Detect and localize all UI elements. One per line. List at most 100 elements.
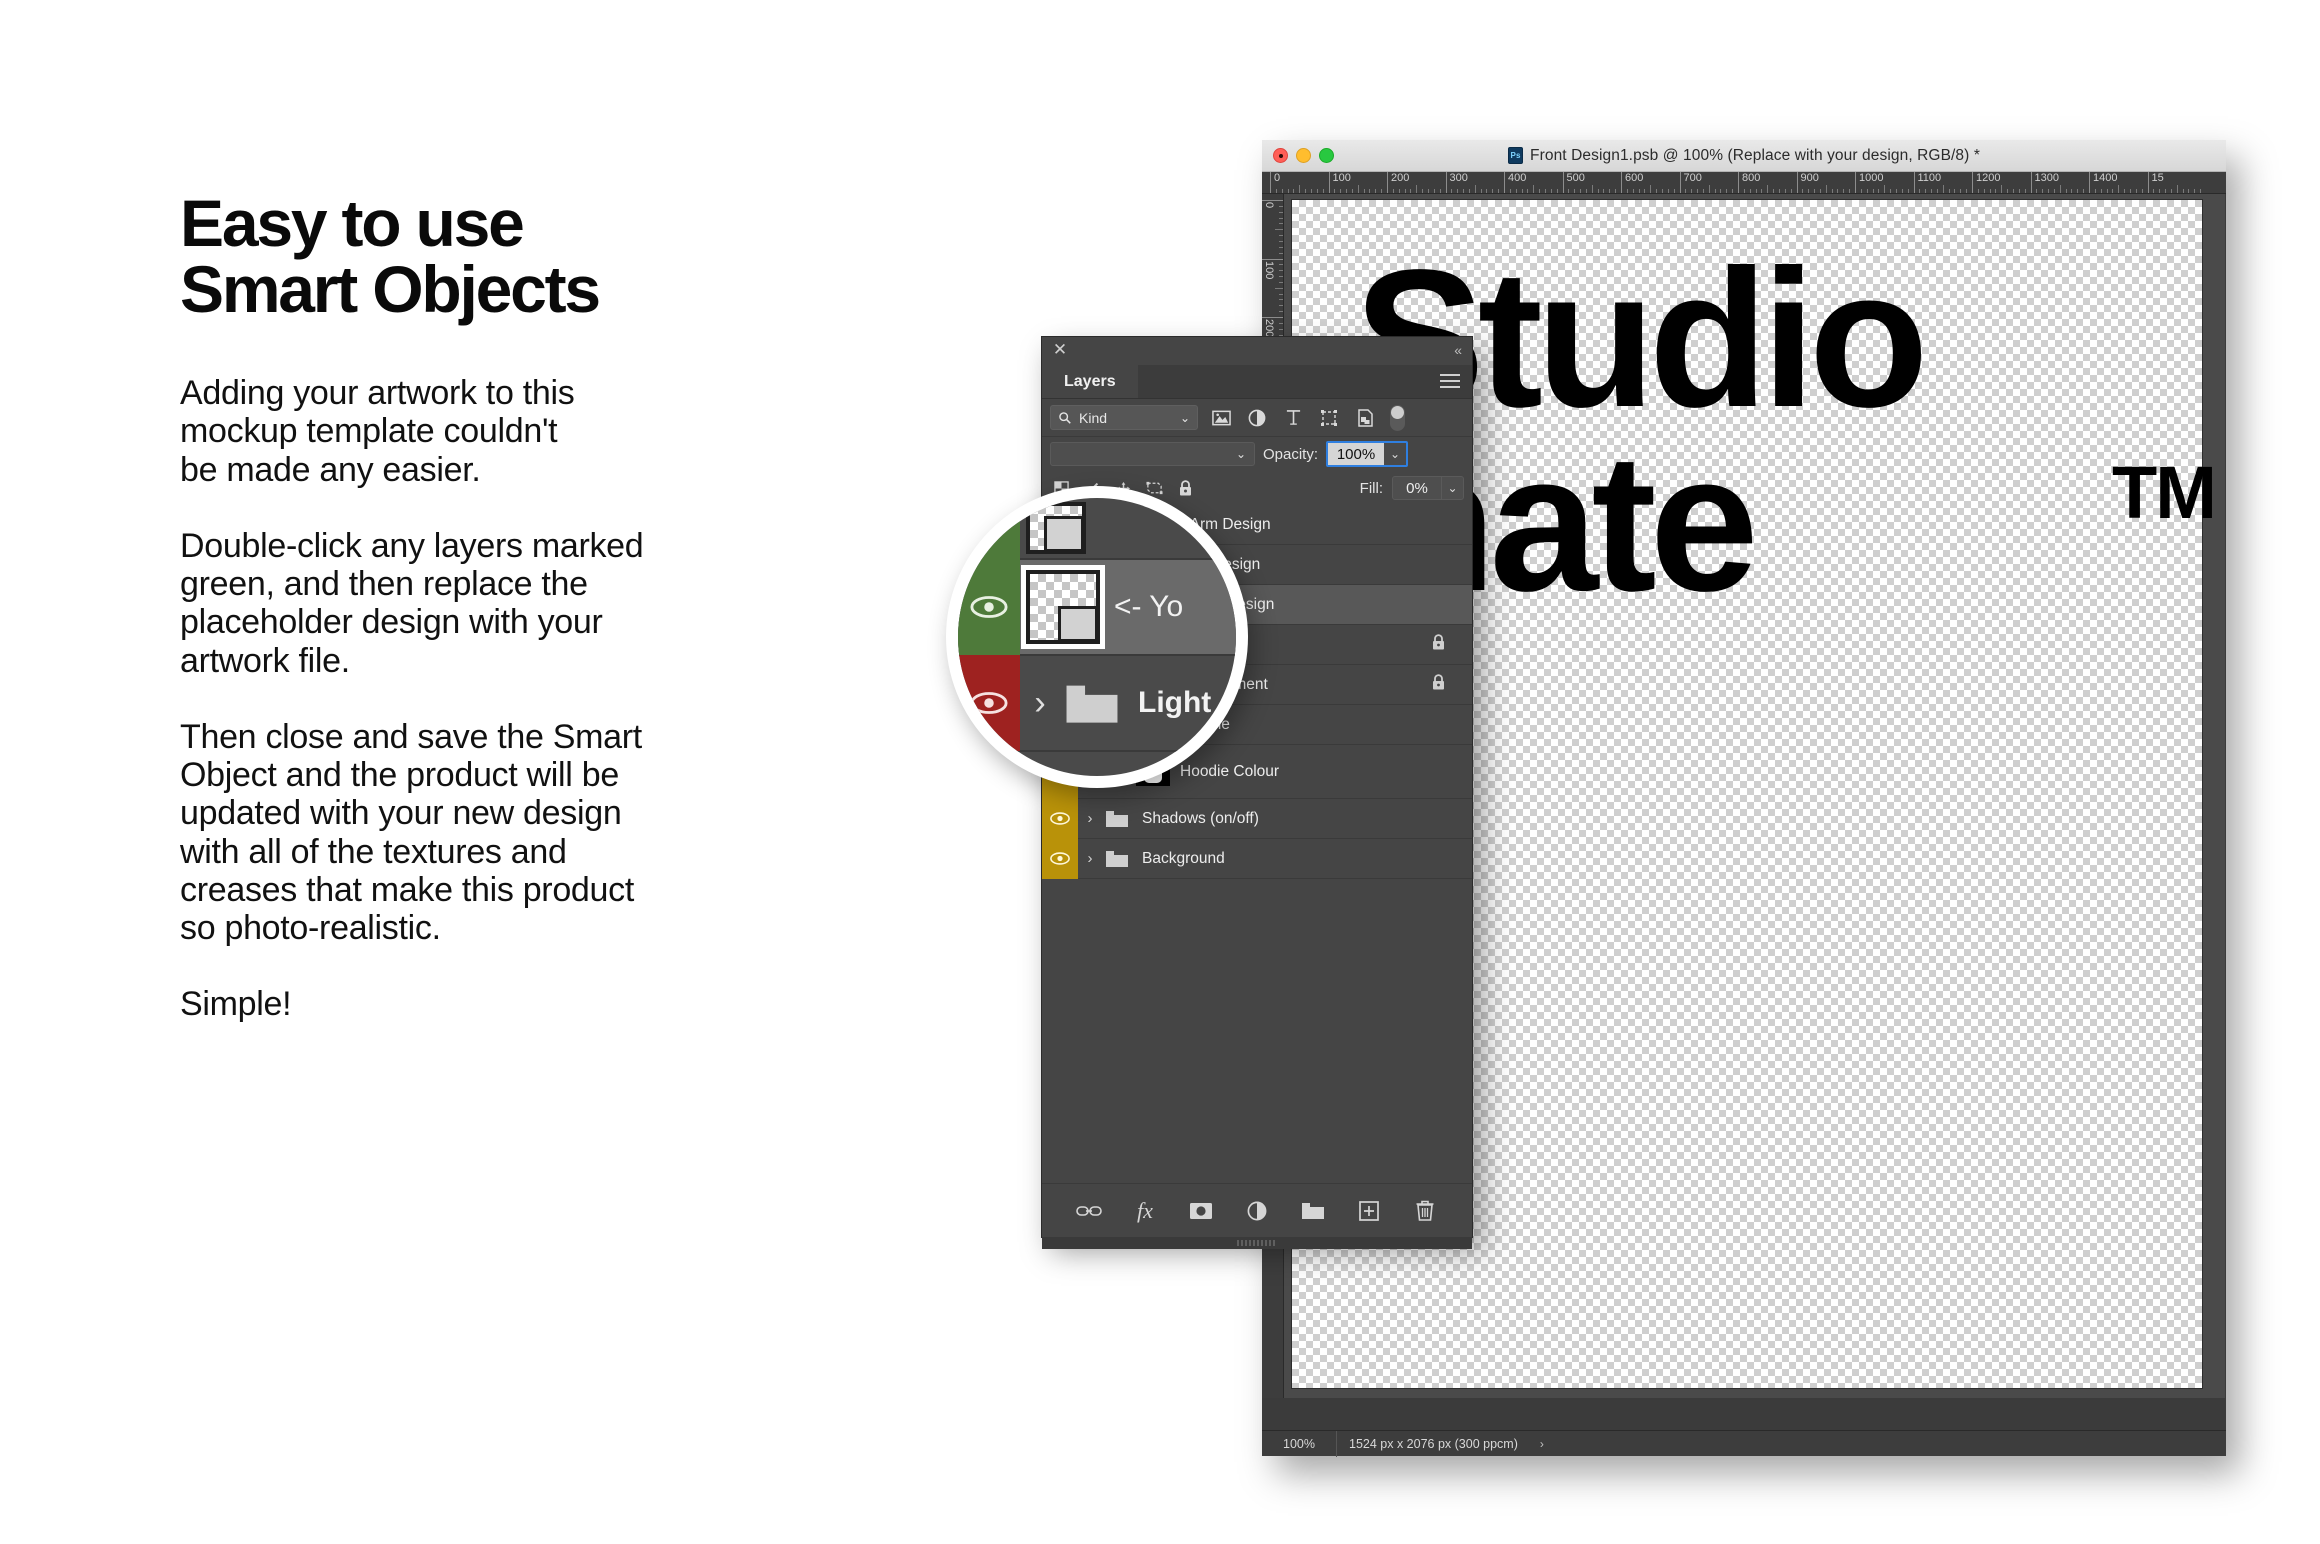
new-layer-icon[interactable] bbox=[1355, 1197, 1383, 1225]
ruler-minor-tick bbox=[1908, 189, 1909, 193]
layer-visibility-toggle[interactable] bbox=[958, 497, 1020, 559]
smart-object-thumbnail[interactable] bbox=[1026, 502, 1086, 554]
adjustment-filter-icon[interactable] bbox=[1244, 406, 1270, 430]
ruler-minor-tick bbox=[1873, 189, 1874, 193]
panel-resize-grip[interactable] bbox=[1042, 1237, 1472, 1249]
chevron-down-icon[interactable]: ⌄ bbox=[1441, 477, 1463, 499]
fill-field[interactable]: 0% ⌄ bbox=[1392, 476, 1464, 500]
layer-filter-row[interactable]: Kind ⌄ bbox=[1042, 399, 1472, 437]
ruler-tick-label: 200 bbox=[1263, 319, 1274, 337]
opacity-value[interactable]: 100% bbox=[1328, 443, 1384, 465]
ruler-minor-tick bbox=[1756, 189, 1757, 193]
ruler-minor-tick bbox=[1937, 189, 1938, 193]
ruler-minor-tick bbox=[1293, 189, 1294, 193]
layer-visibility-toggle[interactable] bbox=[958, 559, 1020, 655]
disclosure-triangle-icon[interactable]: › bbox=[1078, 810, 1102, 827]
paragraph-2: Double-click any layers marked green, an… bbox=[180, 527, 800, 680]
collapse-panel-icon[interactable]: « bbox=[1454, 342, 1462, 358]
ruler-minor-tick bbox=[1299, 185, 1300, 193]
folder-icon bbox=[1060, 681, 1124, 725]
ruler-minor-tick bbox=[1603, 189, 1604, 193]
window-title: Front Design1.psb @ 100% (Replace with y… bbox=[1262, 147, 2226, 165]
layers-panel-footer[interactable]: fx bbox=[1042, 1183, 1472, 1237]
add-mask-icon[interactable] bbox=[1187, 1197, 1215, 1225]
magnified-row-selected: <- Yo bbox=[958, 560, 1236, 656]
ruler-tick: 15 bbox=[2148, 172, 2164, 194]
lock-all-icon[interactable] bbox=[1174, 477, 1196, 499]
blend-opacity-row[interactable]: ⌄ Opacity: 100% ⌄ bbox=[1042, 437, 1472, 471]
ruler-minor-tick bbox=[1627, 189, 1628, 193]
ruler-minor-tick bbox=[1884, 185, 1885, 193]
ruler-minor-tick bbox=[1369, 189, 1370, 193]
ruler-minor-tick bbox=[1709, 185, 1710, 193]
layer-visibility-toggle[interactable] bbox=[958, 655, 1020, 751]
status-expand-arrow-icon[interactable]: › bbox=[1540, 1437, 1544, 1451]
zoom-level-field[interactable]: 100% bbox=[1262, 1437, 1336, 1451]
smart-object-filter-icon[interactable] bbox=[1352, 406, 1378, 430]
smart-object-thumbnail-selected[interactable] bbox=[1026, 570, 1100, 644]
magnified-row: › Light bbox=[958, 656, 1236, 752]
ruler-minor-tick bbox=[1779, 189, 1780, 193]
opacity-field[interactable]: 100% ⌄ bbox=[1326, 441, 1408, 467]
document-dimensions[interactable]: 1524 px x 2076 px (300 ppcm) › bbox=[1336, 1431, 1554, 1457]
table-row[interactable]: › Shadows (on/off) bbox=[1042, 799, 1472, 839]
close-icon[interactable]: ✕ bbox=[1051, 341, 1069, 359]
layer-name: Background bbox=[1132, 850, 1225, 868]
table-row[interactable]: › Background bbox=[1042, 839, 1472, 879]
chevron-down-icon: ⌄ bbox=[1180, 411, 1190, 425]
link-layers-icon[interactable] bbox=[1075, 1197, 1103, 1225]
ruler-minor-tick bbox=[1381, 189, 1382, 193]
ruler-minor-tick bbox=[1767, 185, 1768, 193]
ruler-minor-tick bbox=[1282, 189, 1283, 193]
ruler-minor-tick bbox=[1340, 189, 1341, 193]
ruler-minor-tick bbox=[1639, 189, 1640, 193]
new-group-icon[interactable] bbox=[1299, 1197, 1327, 1225]
ruler-minor-tick bbox=[1826, 185, 1827, 193]
chevron-down-icon[interactable]: ⌄ bbox=[1384, 443, 1406, 465]
ruler-minor-tick bbox=[1516, 189, 1517, 193]
disclosure-triangle-icon[interactable]: › bbox=[1078, 850, 1102, 867]
shape-filter-icon[interactable] bbox=[1316, 406, 1342, 430]
layer-style-fx-icon[interactable]: fx bbox=[1131, 1197, 1159, 1225]
panel-tabstrip[interactable]: Layers bbox=[1042, 365, 1472, 399]
eye-icon bbox=[1050, 852, 1070, 865]
disclosure-triangle-icon[interactable]: › bbox=[1020, 684, 1060, 723]
ruler-minor-tick bbox=[1720, 189, 1721, 193]
filter-kind-select[interactable]: Kind ⌄ bbox=[1050, 405, 1198, 430]
horizontal-ruler[interactable]: 0100200300400500600700800900100011001200… bbox=[1262, 172, 2226, 194]
ruler-minor-tick bbox=[1691, 189, 1692, 193]
ruler-minor-tick bbox=[1288, 189, 1289, 193]
type-filter-icon[interactable] bbox=[1280, 406, 1306, 430]
layer-visibility-toggle[interactable] bbox=[1042, 799, 1078, 839]
eye-icon bbox=[970, 691, 1008, 715]
ruler-minor-tick bbox=[1527, 189, 1528, 193]
ruler-minor-tick bbox=[2136, 189, 2137, 193]
window-titlebar[interactable]: Front Design1.psb @ 100% (Replace with y… bbox=[1262, 140, 2226, 172]
ruler-minor-tick bbox=[2013, 189, 2014, 193]
ruler-minor-tick bbox=[1896, 189, 1897, 193]
ruler-minor-tick bbox=[1715, 189, 1716, 193]
tab-layers[interactable]: Layers bbox=[1042, 365, 1138, 398]
ruler-minor-tick bbox=[1498, 189, 1499, 193]
filter-enable-toggle[interactable] bbox=[1390, 405, 1405, 431]
delete-layer-icon[interactable] bbox=[1411, 1197, 1439, 1225]
hamburger-menu-icon[interactable] bbox=[1440, 374, 1460, 390]
ruler-minor-tick bbox=[1943, 185, 1944, 193]
ruler-minor-tick bbox=[2036, 189, 2037, 193]
ruler-minor-tick bbox=[1990, 189, 1991, 193]
ruler-minor-tick bbox=[2042, 189, 2043, 193]
ruler-minor-tick bbox=[1416, 185, 1417, 193]
magnifier-content: <- Yo › Light bbox=[958, 498, 1236, 776]
blend-mode-select[interactable]: ⌄ bbox=[1050, 442, 1255, 466]
filter-kind-label: Kind bbox=[1079, 410, 1107, 426]
ruler-minor-tick bbox=[1557, 189, 1558, 193]
image-filter-icon[interactable] bbox=[1208, 406, 1234, 430]
ruler-minor-tick bbox=[1984, 189, 1985, 193]
ruler-minor-tick bbox=[1539, 189, 1540, 193]
ruler-minor-tick bbox=[1615, 189, 1616, 193]
dimensions-text: 1524 px x 2076 px (300 ppcm) bbox=[1349, 1437, 1518, 1451]
layer-visibility-toggle[interactable] bbox=[1042, 839, 1078, 879]
ruler-minor-tick bbox=[1279, 299, 1283, 300]
adjustment-layer-icon[interactable] bbox=[1243, 1197, 1271, 1225]
fill-value[interactable]: 0% bbox=[1393, 477, 1441, 499]
